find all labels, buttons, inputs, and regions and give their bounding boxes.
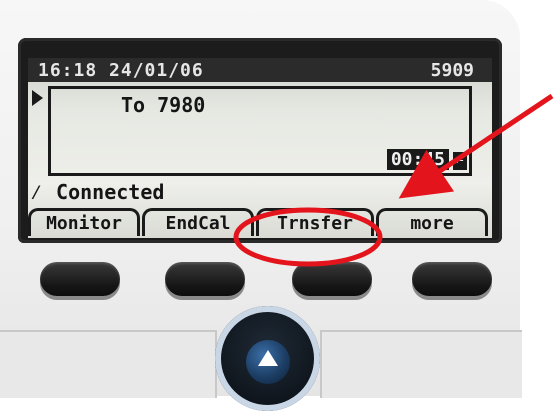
lcd-screen: 16:18 24/01/06 5909 To 7980 00:45 ⌐ ⁄ Co… [28, 58, 492, 238]
monitor-hardware-button[interactable] [40, 262, 120, 296]
endcall-hardware-button[interactable] [165, 262, 245, 296]
call-line-icon: ⌐ [453, 152, 467, 170]
call-duration: 00:45 [386, 149, 449, 170]
datetime-text: 16:18 24/01/06 [38, 60, 204, 81]
call-status: Connected [56, 180, 165, 204]
more-hardware-button[interactable] [412, 262, 492, 296]
extension-number: 5909 [430, 60, 474, 81]
left-lower-panel [0, 330, 217, 398]
right-lower-panel [320, 330, 522, 398]
transfer-hardware-button[interactable] [292, 262, 372, 296]
connected-handset-icon: ⁄ [30, 180, 43, 204]
status-row: ⁄ Connected [30, 180, 164, 204]
softkey-transfer: Trnsfer [256, 208, 374, 236]
softkey-monitor: Monitor [28, 208, 140, 236]
active-call-box: To 7980 00:45 ⌐ [48, 86, 472, 176]
softkey-more: more [376, 208, 488, 236]
up-arrow-icon [258, 350, 278, 366]
hardware-softkeys [0, 262, 520, 302]
softkey-label-row: Monitor EndCal Trnsfer more [28, 208, 492, 238]
active-call-marker-icon [32, 90, 43, 106]
call-destination: To 7980 [121, 93, 206, 117]
lcd-header: 16:18 24/01/06 5909 [28, 58, 492, 82]
softkey-endcall: EndCal [142, 208, 254, 236]
